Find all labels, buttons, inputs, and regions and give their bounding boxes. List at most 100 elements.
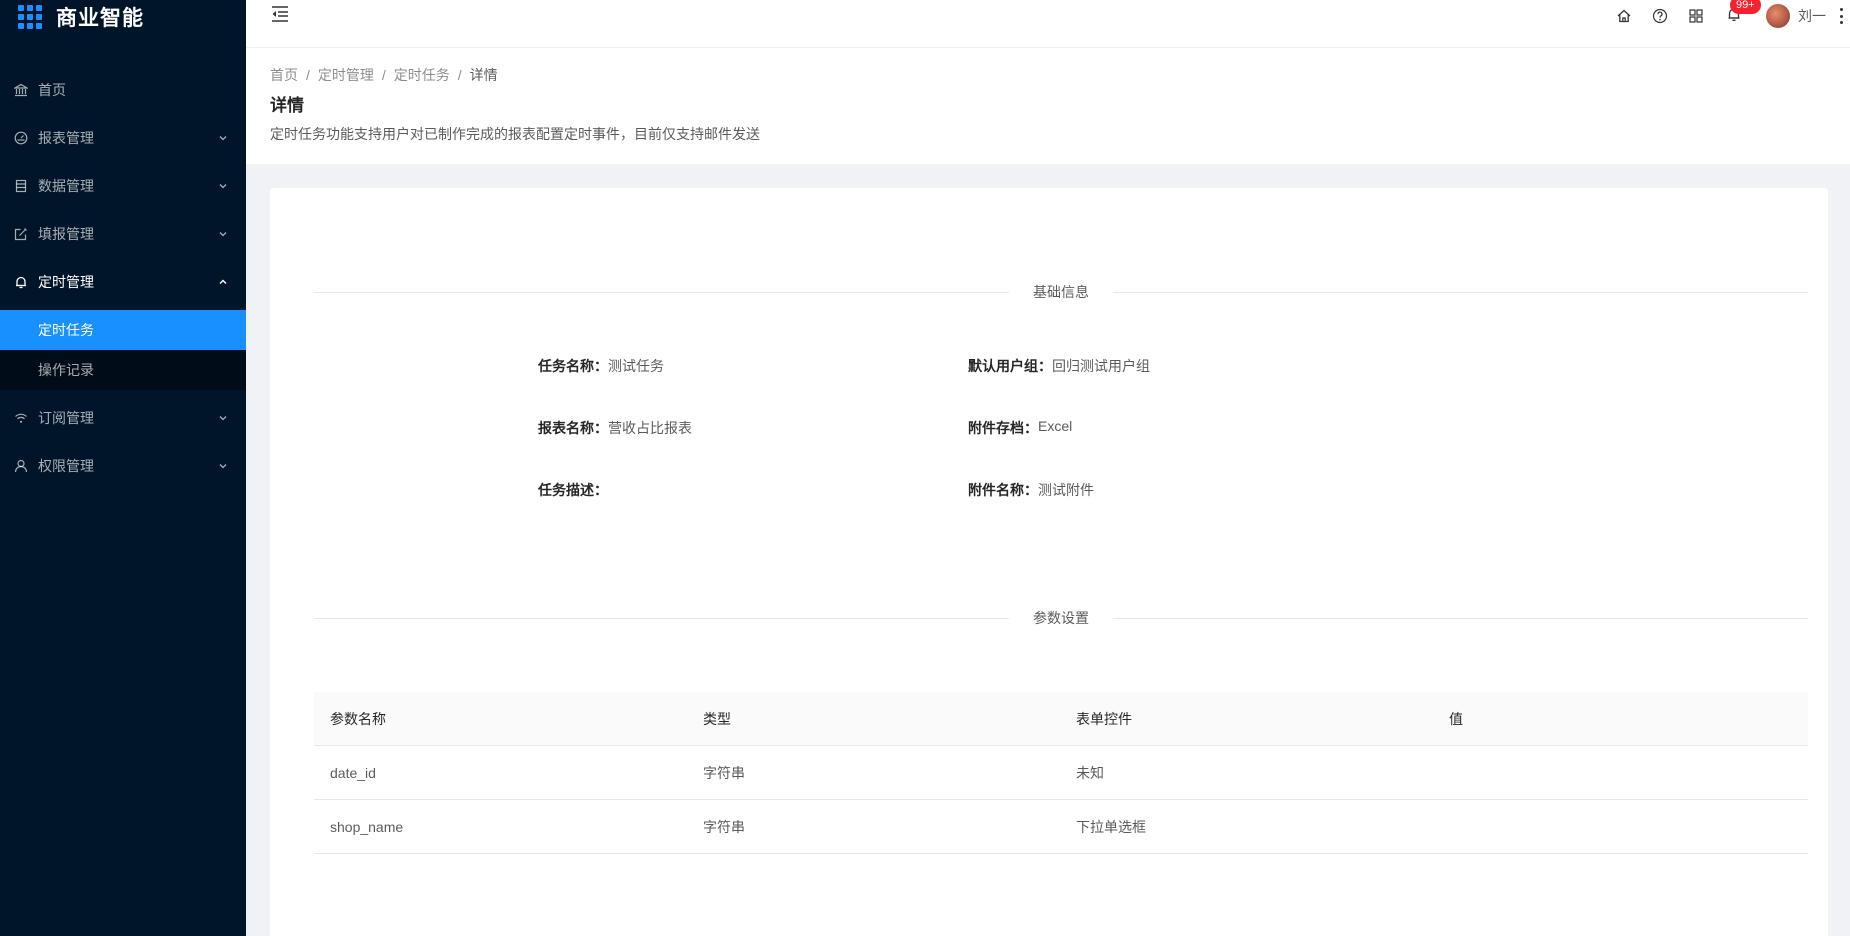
- avatar[interactable]: [1766, 4, 1790, 28]
- info-label: 任务描述：: [538, 482, 608, 498]
- section-title-basic: 基础信息: [1033, 284, 1089, 300]
- section-divider-basic: 基础信息: [314, 282, 1808, 302]
- table-cell: 字符串: [703, 764, 745, 781]
- sidebar-item-label: 填报管理: [38, 226, 94, 242]
- info-task-desc: 任务描述：: [538, 480, 968, 542]
- sidebar-item-label: 订阅管理: [38, 410, 94, 426]
- sidebar-menu: 首页 报表管理 数据管理 填报管理 定时管理 定时任务 操作记录 订阅管理 权限…: [0, 62, 246, 494]
- section-divider-params: 参数设置: [314, 608, 1808, 628]
- sidebar-item-data[interactable]: 数据管理: [0, 166, 246, 206]
- sidebar-item-label: 首页: [38, 82, 66, 98]
- app-root: 商业智能 首页 报表管理 数据管理 填报管理 定时管理 定时任务 操作记录 订阅…: [0, 0, 1850, 936]
- sidebar-item-schedule[interactable]: 定时管理: [0, 262, 246, 302]
- page-description: 定时任务功能支持用户对已制作完成的报表配置定时事件，目前仅支持邮件发送: [270, 126, 760, 142]
- dashboard-icon: [14, 131, 28, 145]
- breadcrumb-separator: /: [306, 67, 310, 83]
- sidebar-item-label: 权限管理: [38, 458, 94, 474]
- info-value: Excel: [1038, 418, 1073, 434]
- info-attachment-format: 附件存档： Excel: [968, 418, 1398, 480]
- page-title: 详情: [270, 96, 304, 115]
- notification-badge: 99+: [1730, 0, 1761, 14]
- sidebar-item-scheduled-tasks[interactable]: 定时任务: [0, 310, 246, 350]
- sidebar-item-reports[interactable]: 报表管理: [0, 118, 246, 158]
- params-table: 参数名称 类型 表单控件 值 date_id 字符串 未知 shop_name …: [314, 692, 1808, 854]
- logo[interactable]: 商业智能: [0, 2, 144, 32]
- info-default-group: 默认用户组： 回归测试用户组: [968, 356, 1398, 418]
- more-vertical-icon[interactable]: [1838, 8, 1844, 24]
- sidebar-item-permissions[interactable]: 权限管理: [0, 446, 246, 486]
- top-header: 99+ 刘一: [246, 0, 1850, 48]
- breadcrumb-current: 详情: [469, 67, 498, 83]
- sidebar-item-fill[interactable]: 填报管理: [0, 214, 246, 254]
- info-label: 报表名称：: [538, 420, 608, 436]
- info-report-name: 报表名称： 营收占比报表: [538, 418, 968, 480]
- breadcrumb-separator: /: [457, 67, 462, 83]
- notification-button[interactable]: 99+: [1726, 0, 1761, 24]
- info-attachment-name: 附件名称： 测试附件: [968, 480, 1398, 542]
- sidebar-item-home[interactable]: 首页: [0, 70, 246, 110]
- table-cell: 字符串: [703, 818, 745, 835]
- username[interactable]: 刘一: [1798, 6, 1826, 26]
- column-header: 参数名称: [330, 710, 386, 727]
- breadcrumb-schedule[interactable]: 定时管理: [318, 65, 374, 85]
- sidebar: 商业智能 首页 报表管理 数据管理 填报管理 定时管理 定时任务 操作记录 订阅…: [0, 0, 246, 936]
- bell-icon: [14, 275, 28, 289]
- info-value: 营收占比报表: [608, 420, 692, 436]
- chevron-down-icon: [218, 461, 228, 471]
- database-icon: [14, 179, 28, 193]
- sidebar-item-label: 报表管理: [38, 130, 94, 146]
- table-cell: date_id: [330, 764, 376, 781]
- info-value: 测试附件: [1038, 482, 1094, 498]
- breadcrumb-separator: /: [381, 67, 386, 83]
- header-actions: 99+ 刘一: [1606, 0, 1850, 32]
- sidebar-item-label: 定时任务: [38, 322, 94, 338]
- info-label: 任务名称：: [538, 358, 608, 374]
- table-cell: 未知: [1076, 764, 1104, 781]
- table-row: shop_name 字符串 下拉单选框: [314, 800, 1808, 854]
- edit-icon: [14, 227, 28, 241]
- info-label: 附件存档：: [968, 420, 1038, 436]
- table-header: 参数名称 类型 表单控件 值: [314, 692, 1808, 746]
- schedule-submenu: 定时任务 操作记录: [0, 310, 246, 390]
- info-row: 任务名称： 测试任务 默认用户组： 回归测试用户组: [538, 356, 1398, 418]
- sidebar-item-label: 定时管理: [38, 274, 94, 290]
- wifi-icon: [14, 411, 28, 425]
- info-row: 报表名称： 营收占比报表 附件存档： Excel: [538, 418, 1398, 480]
- breadcrumb-home[interactable]: 首页: [270, 65, 298, 85]
- chevron-up-icon: [218, 277, 228, 287]
- chevron-down-icon: [218, 133, 228, 143]
- basic-info-grid: 任务名称： 测试任务 默认用户组： 回归测试用户组 报表名称： 营收占比报表 附…: [538, 356, 1398, 542]
- section-title-params: 参数设置: [1033, 610, 1089, 626]
- column-header: 表单控件: [1076, 710, 1132, 727]
- app-title: 商业智能: [56, 7, 144, 30]
- chevron-down-icon: [218, 181, 228, 191]
- detail-card: 基础信息 任务名称： 测试任务 默认用户组： 回归测试用户组 报表名称： 营收占…: [270, 188, 1828, 936]
- column-header: 类型: [703, 710, 731, 727]
- appstore-icon[interactable]: [1688, 8, 1704, 24]
- table-cell: shop_name: [330, 818, 404, 835]
- info-value: 回归测试用户组: [1052, 358, 1150, 374]
- main-content: 99+ 刘一 首页 / 定时管理 / 定时任务 / 详情 详情 定时任务功能支持…: [246, 0, 1850, 936]
- info-label: 默认用户组：: [968, 358, 1052, 374]
- column-header: 值: [1449, 710, 1463, 727]
- apps-grid-icon: [18, 5, 42, 29]
- sidebar-item-operation-log[interactable]: 操作记录: [0, 350, 246, 390]
- breadcrumb-tasks[interactable]: 定时任务: [394, 65, 450, 85]
- menu-fold-icon[interactable]: [270, 4, 290, 24]
- info-row: 任务描述： 附件名称： 测试附件: [538, 480, 1398, 542]
- sidebar-item-label: 数据管理: [38, 178, 94, 194]
- table-cell: 下拉单选框: [1076, 818, 1146, 835]
- page-header: 首页 / 定时管理 / 定时任务 / 详情 详情 定时任务功能支持用户对已制作完…: [246, 48, 1850, 164]
- breadcrumb: 首页 / 定时管理 / 定时任务 / 详情: [270, 64, 1826, 86]
- table-row: date_id 字符串 未知: [314, 746, 1808, 800]
- info-value: 测试任务: [608, 358, 664, 374]
- info-label: 附件名称：: [968, 482, 1038, 498]
- chevron-down-icon: [218, 229, 228, 239]
- info-task-name: 任务名称： 测试任务: [538, 356, 968, 418]
- sidebar-item-label: 操作记录: [38, 362, 94, 378]
- sidebar-item-subscription[interactable]: 订阅管理: [0, 398, 246, 438]
- help-icon[interactable]: [1652, 8, 1668, 24]
- home-icon[interactable]: [1616, 8, 1632, 24]
- chevron-down-icon: [218, 413, 228, 423]
- bank-icon: [14, 83, 28, 97]
